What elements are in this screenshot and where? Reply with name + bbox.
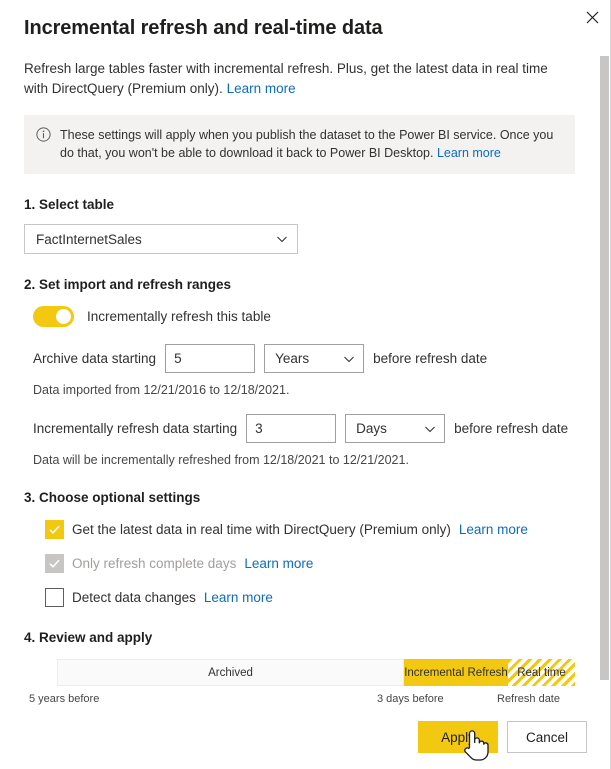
archive-prefix-label: Archive data starting: [33, 351, 156, 366]
timeline-segment-archived: Archived: [57, 659, 404, 686]
intro-text: Refresh large tables faster with increme…: [24, 59, 570, 99]
review-timeline: Archived Incremental Refresh Real time 5…: [24, 659, 587, 705]
info-banner-text: These settings will apply when you publi…: [60, 126, 563, 162]
timeline-segment-incremental-label: Incremental Refresh: [404, 667, 508, 679]
check-icon: [48, 523, 61, 536]
archive-range-row: Archive data starting Years before refre…: [24, 344, 587, 373]
option-row-directquery: Get the latest data in real time with Di…: [24, 520, 587, 539]
step-1-title: 1. Select table: [24, 197, 587, 212]
chevron-down-glyph: [343, 353, 355, 365]
archive-range-note: Data imported from 12/21/2016 to 12/18/2…: [24, 383, 587, 397]
timeline-segment-realtime-label: Real time: [517, 667, 566, 679]
page-title: Incremental refresh and real-time data: [24, 14, 587, 42]
step-4-title: 4. Review and apply: [24, 630, 587, 645]
table-select-dropdown[interactable]: FactInternetSales: [24, 224, 298, 254]
checkbox-detect-data-changes-label: Detect data changes: [72, 590, 196, 605]
incremental-range-note: Data will be incrementally refreshed fro…: [24, 453, 587, 467]
dialog-header: Incremental refresh and real-time data: [0, 0, 611, 42]
option-row-complete-days: Only refresh complete days Learn more: [24, 554, 587, 573]
intro-learn-more-link[interactable]: Learn more: [227, 81, 296, 96]
info-glyph: [36, 127, 51, 142]
toggle-knob: [56, 309, 71, 324]
incremental-refresh-toggle-label: Incrementally refresh this table: [87, 309, 271, 324]
timeline-label-start: 5 years beforerefresh date: [29, 692, 99, 705]
chevron-down-glyph: [276, 233, 288, 245]
checkbox-directquery-label: Get the latest data in real time with Di…: [72, 522, 451, 537]
dialog-footer: Apply Cancel: [0, 705, 611, 769]
vertical-scrollbar[interactable]: [596, 34, 611, 705]
chevron-down-glyph: [424, 423, 436, 435]
complete-days-learn-more-link[interactable]: Learn more: [244, 556, 313, 571]
chevron-down-icon: [276, 233, 288, 245]
dialog-body: Refresh large tables faster with increme…: [0, 42, 611, 705]
checkbox-complete-days: [45, 554, 64, 573]
archive-unit-dropdown[interactable]: Years: [264, 344, 364, 373]
checkbox-detect-data-changes[interactable]: [45, 588, 64, 607]
option-row-detect-changes: Detect data changes Learn more: [24, 588, 587, 607]
info-banner: These settings will apply when you publi…: [24, 115, 575, 174]
info-banner-learn-more-link[interactable]: Learn more: [437, 146, 501, 160]
incremental-prefix-label: Incrementally refresh data starting: [33, 421, 237, 436]
archive-suffix-label: before refresh date: [373, 351, 487, 366]
close-glyph: [586, 11, 599, 24]
cancel-button[interactable]: Cancel: [507, 721, 587, 753]
timeline-bar: Archived Incremental Refresh Real time: [57, 659, 575, 686]
close-icon[interactable]: [573, 0, 611, 34]
archive-unit-value: Years: [275, 351, 343, 366]
incremental-refresh-dialog: Incremental refresh and real-time data R…: [0, 0, 611, 769]
incremental-suffix-label: before refresh date: [454, 421, 568, 436]
timeline-segment-archived-label: Archived: [208, 667, 253, 679]
checkbox-directquery[interactable]: [45, 520, 64, 539]
detect-changes-learn-more-link[interactable]: Learn more: [204, 590, 273, 605]
timeline-label-middle: 3 days beforerefresh date: [377, 692, 444, 705]
scrollbar-thumb[interactable]: [600, 56, 609, 680]
incremental-refresh-toggle-row: Incrementally refresh this table: [24, 306, 587, 327]
incremental-refresh-toggle[interactable]: [33, 306, 74, 327]
chevron-down-icon: [343, 353, 355, 365]
info-icon: [36, 127, 51, 162]
checkbox-complete-days-label: Only refresh complete days: [72, 556, 236, 571]
incremental-range-row: Incrementally refresh data starting Days…: [24, 414, 587, 443]
directquery-learn-more-link[interactable]: Learn more: [459, 522, 528, 537]
check-icon: [48, 557, 61, 570]
step-3-title: 3. Choose optional settings: [24, 490, 587, 505]
incremental-unit-dropdown[interactable]: Days: [345, 414, 445, 443]
table-select-value: FactInternetSales: [36, 232, 276, 247]
timeline-segment-realtime: Real time: [508, 659, 575, 686]
chevron-down-icon: [424, 423, 436, 435]
archive-value-input[interactable]: [165, 344, 255, 373]
incremental-unit-value: Days: [356, 421, 424, 436]
incremental-value-input[interactable]: [246, 414, 336, 443]
step-2-title: 2. Set import and refresh ranges: [24, 277, 587, 292]
timeline-segment-incremental: Incremental Refresh: [404, 659, 508, 686]
timeline-axis-labels: 5 years beforerefresh date 3 days before…: [57, 692, 575, 705]
timeline-label-end: Refresh date: [497, 692, 560, 705]
apply-button[interactable]: Apply: [418, 721, 498, 753]
